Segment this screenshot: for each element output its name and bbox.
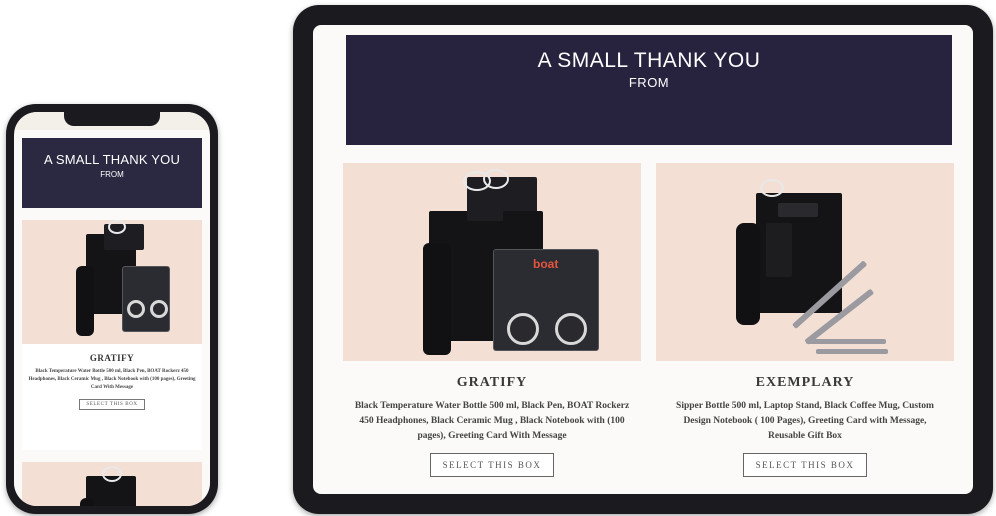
phone-product-card: GRATIFY Black Temperature Water Bottle 5…	[22, 220, 202, 450]
product-card-gratify: boat GRATIFY Black Temperature Water Bot…	[343, 163, 641, 493]
tablet-hero-banner: A SMALL THANK YOU FROM	[346, 35, 952, 145]
phone-select-box-button[interactable]: SELECT THIS BOX	[79, 399, 145, 410]
phone-product-image	[22, 220, 202, 344]
tablet-screen: A SMALL THANK YOU FROM boat GRATIFY Blac…	[313, 25, 973, 494]
product-name-gratify: GRATIFY	[456, 375, 528, 390]
select-box-button-gratify[interactable]: SELECT THIS BOX	[429, 453, 555, 477]
phone-product-description: Black Temperature Water Bottle 500 ml, B…	[28, 369, 196, 390]
product-description-exemplary: Sipper Bottle 500 ml, Laptop Stand, Blac…	[676, 401, 934, 441]
phone-screen: A SMALL THANK YOU FROM GRATIFY Black Tem…	[14, 112, 210, 506]
product-description-gratify: Black Temperature Water Bottle 500 ml, B…	[354, 401, 630, 441]
tablet-hero-subtitle: FROM	[628, 75, 670, 90]
tablet-hero-title: A SMALL THANK YOU	[537, 49, 761, 72]
select-box-button-exemplary[interactable]: SELECT THIS BOX	[742, 453, 868, 477]
boat-brand-mark: boat	[533, 257, 559, 271]
phone-product-name: GRATIFY	[89, 353, 135, 363]
phone-device: A SMALL THANK YOU FROM GRATIFY Black Tem…	[6, 104, 218, 514]
phone-notch	[64, 112, 160, 126]
product-card-exemplary: EXEMPLARY Sipper Bottle 500 ml, Laptop S…	[656, 163, 954, 493]
tablet-device: A SMALL THANK YOU FROM boat GRATIFY Blac…	[293, 5, 993, 514]
phone-hero-banner: A SMALL THANK YOU FROM	[22, 138, 202, 208]
product-image-gratify: boat	[343, 163, 641, 361]
phone-hero-subtitle: FROM	[100, 170, 124, 179]
product-image-exemplary	[656, 163, 954, 361]
phone-hero-title: A SMALL THANK YOU	[43, 152, 181, 167]
product-name-exemplary: EXEMPLARY	[755, 375, 855, 390]
phone-product-card-next	[22, 462, 202, 506]
